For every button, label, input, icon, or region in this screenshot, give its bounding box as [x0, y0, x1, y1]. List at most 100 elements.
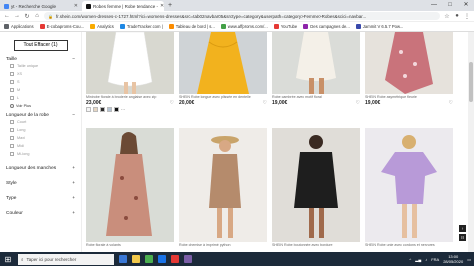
- length-option[interactable]: Midi: [6, 142, 75, 150]
- bookmark-item[interactable]: Jammit V 6.5.7 Pow...: [355, 24, 403, 29]
- length-option[interactable]: Court: [6, 118, 75, 126]
- bookmark-item[interactable]: E-cobaproms-Cou...: [39, 24, 84, 29]
- reload-button[interactable]: ↻: [24, 13, 30, 20]
- checkbox[interactable]: [10, 136, 14, 140]
- tray-chevron-icon[interactable]: ^: [409, 257, 411, 262]
- minimize-button[interactable]: —: [426, 0, 442, 11]
- color-swatch[interactable]: [100, 107, 105, 112]
- product-image[interactable]: [86, 32, 174, 94]
- tab-google-search[interactable]: yt - Recherche Google ✕: [0, 1, 82, 11]
- expand-icon[interactable]: +: [72, 181, 75, 186]
- size-option[interactable]: M: [6, 86, 75, 94]
- close-tab-icon[interactable]: ✕: [74, 3, 78, 9]
- color-swatch[interactable]: [86, 107, 91, 112]
- see-more-link[interactable]: Voir Plus: [6, 102, 75, 109]
- language-indicator[interactable]: FRA: [431, 257, 439, 262]
- bookmark-item[interactable]: TradeTracker.com |: [119, 24, 163, 29]
- taskbar-search-input[interactable]: ⌕ Taper ici pour rechercher: [18, 253, 114, 265]
- close-window-button[interactable]: ✕: [458, 0, 474, 11]
- checkbox[interactable]: [10, 96, 14, 100]
- product-image[interactable]: [179, 32, 267, 94]
- filter-section-sleeve-length[interactable]: Longueur des manches +: [6, 166, 75, 171]
- filter-section-style[interactable]: Style +: [6, 181, 75, 186]
- product-image[interactable]: [272, 32, 360, 94]
- app-icon[interactable]: [184, 255, 192, 263]
- collapse-icon[interactable]: −: [72, 57, 75, 62]
- product-card[interactable]: SHEIN Robe asymétrique fleurie 19,00€ ♡: [365, 32, 453, 106]
- size-option[interactable]: Taille unique: [6, 62, 75, 70]
- product-image[interactable]: [365, 128, 453, 242]
- filter-section-color[interactable]: Couleur +: [6, 211, 75, 216]
- list-view-button[interactable]: ☷: [459, 234, 466, 241]
- wishlist-heart-icon[interactable]: ♡: [170, 100, 174, 106]
- wishlist-heart-icon[interactable]: ♡: [263, 100, 267, 106]
- tab-shein-dresses[interactable]: Robes femme | Robe tendance - ✕: [82, 1, 164, 11]
- length-option[interactable]: Maxi: [6, 134, 75, 142]
- bookmark-applications[interactable]: Applications: [4, 24, 34, 29]
- page-scrollbar[interactable]: [468, 32, 474, 252]
- wishlist-heart-icon[interactable]: ♡: [449, 100, 453, 106]
- url-input[interactable]: 🔒 fr.shein.com/women-dresses-c-1727.html…: [44, 12, 440, 20]
- task-view-icon[interactable]: [119, 255, 127, 263]
- product-card[interactable]: Robe cambrée avec motif floral 19,00€ ♡: [272, 32, 360, 106]
- collapse-icon[interactable]: −: [72, 113, 75, 118]
- account-icon[interactable]: ●: [454, 13, 460, 19]
- chrome-icon[interactable]: [158, 255, 166, 263]
- volume-icon[interactable]: ♪: [425, 257, 427, 262]
- checkbox[interactable]: [10, 72, 14, 76]
- app-icon[interactable]: [145, 255, 153, 263]
- checkbox[interactable]: [10, 64, 14, 68]
- product-card[interactable]: Robe chemise à imprimé python: [179, 128, 267, 247]
- network-icon[interactable]: ▂▄: [415, 257, 421, 262]
- checkbox[interactable]: [10, 120, 14, 124]
- checkbox[interactable]: [10, 144, 14, 148]
- length-option[interactable]: Mi-long: [6, 150, 75, 158]
- color-swatch[interactable]: [107, 107, 112, 112]
- product-image[interactable]: [272, 128, 360, 242]
- clear-all-filters-button[interactable]: Tout Effacer (1): [13, 40, 68, 51]
- maximize-button[interactable]: □: [442, 0, 458, 11]
- bookmark-item[interactable]: Tableau de bord | s...: [168, 24, 215, 29]
- length-option[interactable]: Long: [6, 126, 75, 134]
- size-option[interactable]: XS: [6, 70, 75, 78]
- checkbox[interactable]: [10, 152, 14, 156]
- more-colors-indicator[interactable]: ···: [121, 107, 125, 112]
- product-card[interactable]: SHEIN Robe unie avec cordons et nervures: [365, 128, 453, 247]
- size-option[interactable]: L: [6, 94, 75, 102]
- back-button[interactable]: ←: [4, 13, 10, 19]
- checkbox[interactable]: [10, 128, 14, 132]
- app-icon[interactable]: [171, 255, 179, 263]
- new-tab-button[interactable]: +: [164, 1, 176, 11]
- product-card[interactable]: Robe florale à volants: [86, 128, 174, 247]
- checkbox[interactable]: [10, 80, 14, 84]
- home-button[interactable]: ⌂: [34, 13, 40, 19]
- product-image[interactable]: [179, 128, 267, 242]
- bookmark-item[interactable]: www.affproms.com/...: [220, 24, 268, 29]
- bookmark-item[interactable]: Des campagnes de...: [303, 24, 350, 29]
- back-to-top-button[interactable]: ↑: [459, 225, 466, 232]
- bookmark-analytics[interactable]: Analytics: [90, 24, 114, 29]
- expand-icon[interactable]: +: [72, 211, 75, 216]
- forward-button[interactable]: →: [14, 13, 20, 19]
- wishlist-heart-icon[interactable]: ♡: [356, 100, 360, 106]
- product-image[interactable]: [365, 32, 453, 94]
- product-image[interactable]: [86, 128, 174, 242]
- product-card[interactable]: Minirobe florale à broderie anglaise ave…: [86, 32, 174, 112]
- bookmark-youtube[interactable]: YouTube: [273, 24, 297, 29]
- product-card[interactable]: SHEIN Robe longue avec plissée en dentel…: [179, 32, 267, 106]
- scrollbar-thumb[interactable]: [469, 62, 473, 102]
- color-swatch[interactable]: [93, 107, 98, 112]
- clock[interactable]: 13:00 28/05/2020: [443, 254, 463, 264]
- product-card[interactable]: SHEIN Robe boutonnée avec bordure: [272, 128, 360, 247]
- size-option[interactable]: S: [6, 78, 75, 86]
- menu-kebab-icon[interactable]: ⋮: [464, 13, 470, 20]
- filter-section-type[interactable]: Type +: [6, 196, 75, 201]
- file-explorer-icon[interactable]: [132, 255, 140, 263]
- checkbox[interactable]: [10, 88, 14, 92]
- color-swatch[interactable]: [114, 107, 119, 112]
- windows-start-icon[interactable]: ⊞: [3, 255, 13, 264]
- expand-icon[interactable]: +: [72, 196, 75, 201]
- notification-icon[interactable]: ▭: [467, 257, 471, 262]
- bookmark-star-icon[interactable]: ☆: [444, 13, 450, 20]
- expand-icon[interactable]: +: [72, 166, 75, 171]
